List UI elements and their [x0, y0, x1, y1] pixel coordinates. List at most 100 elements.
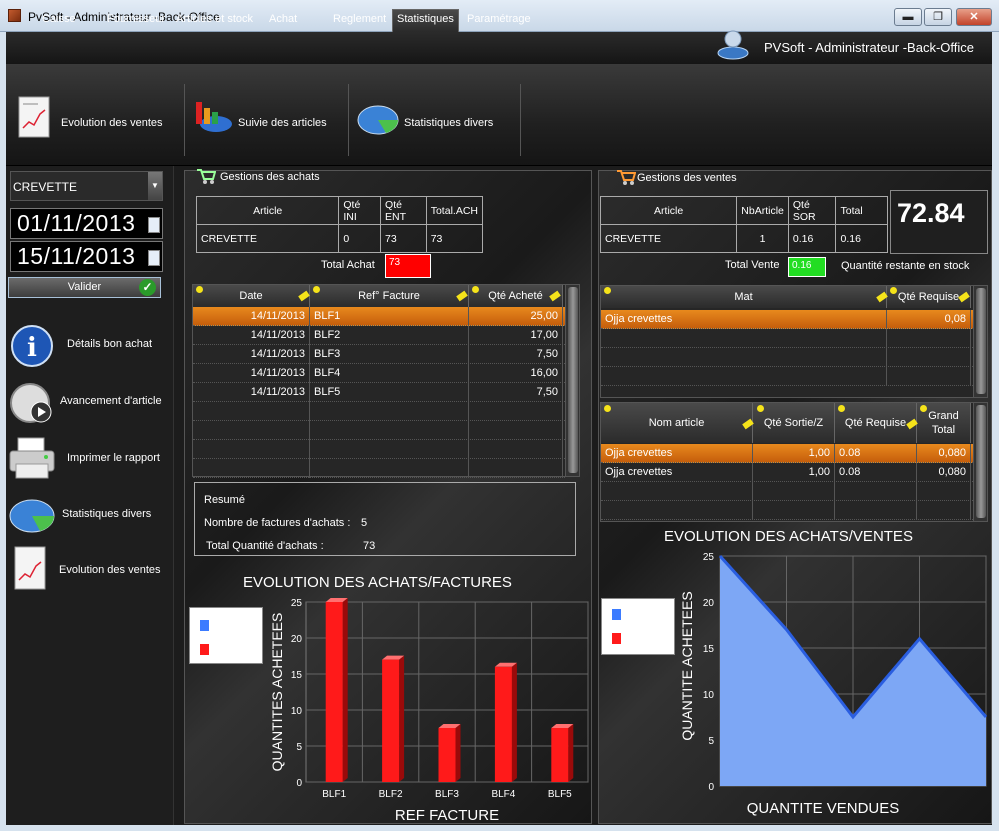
table-cell — [193, 459, 310, 478]
table-cell: 0,08 — [887, 310, 971, 329]
table-row[interactable] — [601, 329, 973, 348]
tab-caisse[interactable]: Caisse — [38, 11, 80, 27]
tab-statistiques[interactable]: Statistiques — [392, 9, 459, 32]
date-from-value: 01/11/2013 — [17, 210, 136, 236]
x-tick-label: BLF4 — [491, 789, 515, 800]
bar-side — [455, 724, 461, 782]
user-icon — [717, 30, 749, 60]
table-cell — [753, 482, 835, 501]
sidebar-item-avancement-article[interactable]: Avancement d'article — [8, 376, 168, 428]
grid-header-qte-sortie[interactable]: Qté Sortie/Z — [753, 403, 835, 443]
tab-articles-et-stock[interactable]: Articles et stock — [172, 11, 257, 27]
total-qte-value: 73 — [363, 540, 376, 552]
info-icon: i — [11, 325, 53, 367]
table-cell: 17,00 — [469, 326, 563, 345]
grid-header-qte-requise[interactable]: Qté Requise — [835, 403, 917, 443]
nb-factures-label: Nombre de factures d'achats : — [204, 517, 351, 529]
table-cell: 0.08 — [835, 463, 917, 482]
calendar-icon[interactable] — [148, 217, 160, 233]
nom-scrollbar[interactable] — [973, 403, 987, 521]
article-select[interactable]: CREVETTE — [10, 171, 163, 201]
table-row[interactable] — [193, 440, 565, 459]
table-row[interactable]: 14/11/2013 BLF5 7,50 — [193, 383, 565, 402]
ribbon-evolution-ventes-button[interactable]: Evolution des ventes — [16, 86, 176, 156]
table-row[interactable]: Ojja crevettes 1,00 0.08 0,080 — [601, 444, 973, 463]
table-row[interactable]: Ojja crevettes 0,08 — [601, 310, 973, 329]
table-cell — [601, 329, 887, 348]
y-axis-label: QUANTITE ACHETEES — [679, 591, 695, 740]
table-cell — [193, 402, 310, 421]
sidebar-item-evolution-ventes[interactable]: Evolution des ventes — [8, 546, 168, 598]
printer-icon — [9, 437, 55, 479]
table-row[interactable] — [193, 402, 565, 421]
table-row[interactable]: 14/11/2013 BLF3 7,50 — [193, 345, 565, 364]
table-cell: 0.08 — [835, 444, 917, 463]
date-from-input[interactable]: 01/11/2013 — [10, 208, 163, 239]
stopwatch-icon — [10, 383, 52, 423]
minimize-button[interactable]: ▬ — [894, 8, 922, 26]
mat-grid[interactable]: Mat Qté Requise Ojja crevettes 0,08 — [600, 285, 988, 398]
tab-fournisseur[interactable]: Fournisseur — [103, 11, 169, 27]
scroll-thumb[interactable] — [976, 288, 986, 394]
cart-icon — [197, 169, 216, 184]
scroll-thumb[interactable] — [976, 405, 986, 518]
grid-header-mat[interactable]: Mat — [601, 286, 887, 308]
bar — [551, 728, 569, 782]
table-row[interactable]: 14/11/2013 BLF1 25,00 — [193, 307, 565, 326]
cell: 1 — [736, 224, 789, 253]
bar-side — [511, 662, 517, 782]
legend-swatch-blue — [200, 620, 209, 631]
y-tick-label: 5 — [296, 742, 302, 753]
calendar-icon[interactable] — [148, 250, 160, 266]
achats-grid[interactable]: Date Ref° Facture Qté Acheté 14/11/2013 B… — [192, 284, 580, 478]
grid-header-date[interactable]: Date — [193, 285, 310, 307]
grid-header-nom-article[interactable]: Nom article — [601, 403, 753, 443]
mat-scrollbar[interactable] — [973, 286, 987, 397]
sidebar-item-imprimer-rapport[interactable]: Imprimer le rapport — [8, 434, 168, 486]
table-row[interactable] — [601, 367, 973, 386]
total-achat-value: 73 — [385, 254, 431, 278]
sidebar-item-details-bon-achat[interactable]: i Détails bon achat — [8, 320, 168, 372]
table-row[interactable] — [193, 421, 565, 440]
document-chart-icon — [14, 546, 46, 590]
total-vente-label: Total Vente — [725, 259, 780, 271]
table-row[interactable] — [601, 482, 973, 501]
tab-reglement[interactable]: Reglement — [329, 11, 390, 27]
table-cell — [469, 440, 563, 459]
cart-icon — [617, 170, 636, 185]
date-to-input[interactable]: 15/11/2013 — [10, 241, 163, 272]
scroll-thumb[interactable] — [568, 287, 578, 473]
nom-article-grid[interactable]: Nom article Qté Sortie/Z Qté Requise Gra… — [600, 402, 988, 522]
table-cell — [601, 482, 753, 501]
maximize-button[interactable]: ❐ — [924, 8, 952, 26]
achats-scrollbar[interactable] — [565, 285, 579, 476]
ribbon-statistiques-divers-button[interactable]: Statistiques divers — [354, 86, 514, 156]
sidebar-item-statistiques-divers[interactable]: Statistiques divers — [8, 490, 168, 542]
y-tick-label: 0 — [296, 778, 302, 789]
document-chart-icon — [18, 96, 50, 138]
table-cell — [193, 440, 310, 459]
table-row[interactable]: Ojja crevettes 1,00 0.08 0,080 — [601, 463, 973, 482]
chart-legend — [601, 598, 675, 655]
table-cell: 16,00 — [469, 364, 563, 383]
table-row[interactable]: 14/11/2013 BLF2 17,00 — [193, 326, 565, 345]
table-cell — [469, 421, 563, 440]
cell: 0.16 — [835, 224, 888, 253]
filter-dot-icon — [838, 405, 845, 412]
col-header: NbArticle — [736, 196, 789, 225]
table-cell — [469, 402, 563, 421]
table-row[interactable] — [601, 348, 973, 367]
ribbon-suivie-articles-button[interactable]: Suivie des articles — [190, 86, 340, 156]
table-row[interactable] — [193, 459, 565, 478]
grid-header-ref-facture[interactable]: Ref° Facture — [310, 285, 469, 307]
cell: CREVETTE — [195, 224, 340, 253]
close-button[interactable]: ✕ — [956, 8, 992, 26]
tab-parametrage[interactable]: Paramétrage — [463, 11, 535, 27]
table-cell: 14/11/2013 — [193, 383, 310, 402]
table-row[interactable]: 14/11/2013 BLF4 16,00 — [193, 364, 565, 383]
filter-dot-icon — [472, 286, 479, 293]
tab-achat[interactable]: Achat — [265, 11, 301, 27]
chevron-down-icon[interactable]: ▼ — [148, 172, 162, 200]
col-header: Qté ENT — [380, 196, 427, 225]
table-row[interactable] — [601, 501, 973, 520]
